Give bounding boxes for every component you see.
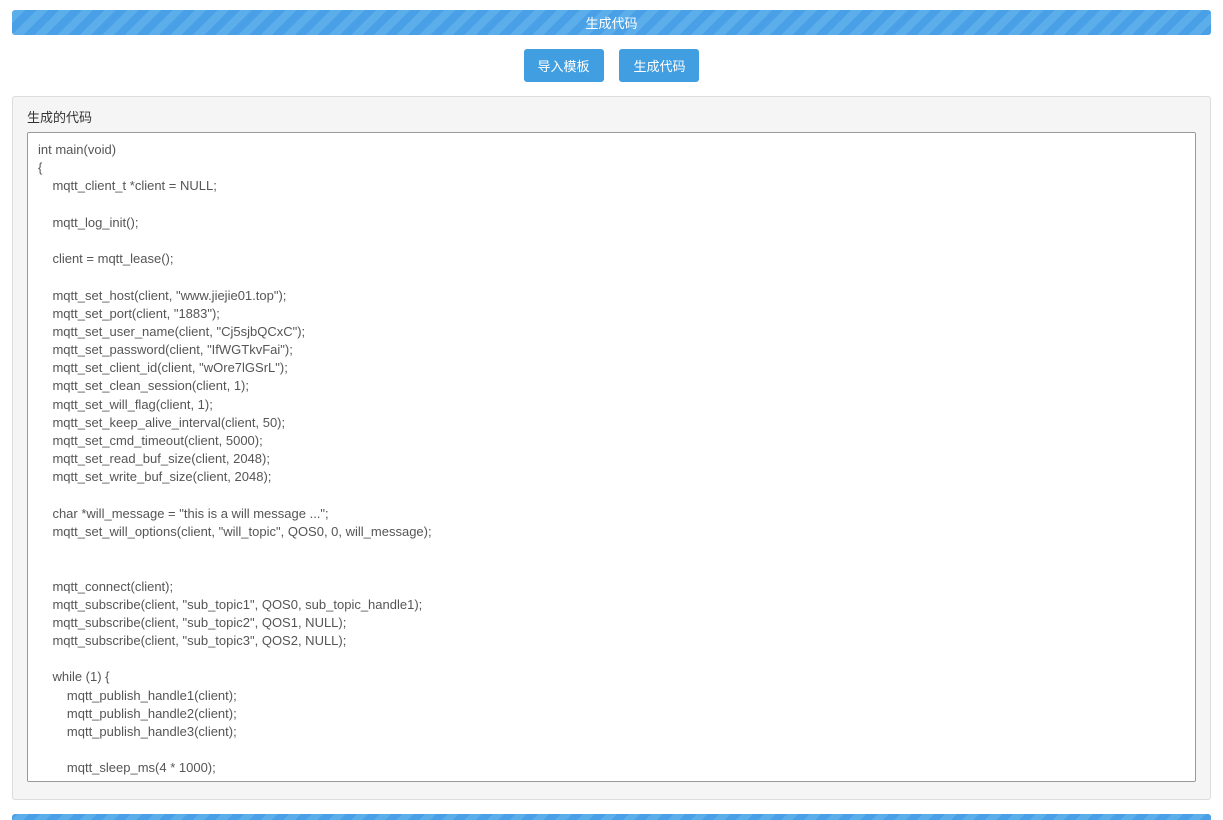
button-row: 导入模板 生成代码 <box>12 35 1211 96</box>
generated-code-label: 生成的代码 <box>27 107 1196 126</box>
section-header-generate-code: 生成代码 <box>12 10 1211 35</box>
import-template-button[interactable]: 导入模板 <box>524 49 604 82</box>
generated-code-textarea[interactable] <box>27 132 1196 782</box>
bottom-section-strip <box>12 814 1211 820</box>
section-header-title: 生成代码 <box>585 16 637 31</box>
generate-code-button[interactable]: 生成代码 <box>619 49 699 82</box>
generated-code-panel: 生成的代码 <box>12 96 1211 800</box>
